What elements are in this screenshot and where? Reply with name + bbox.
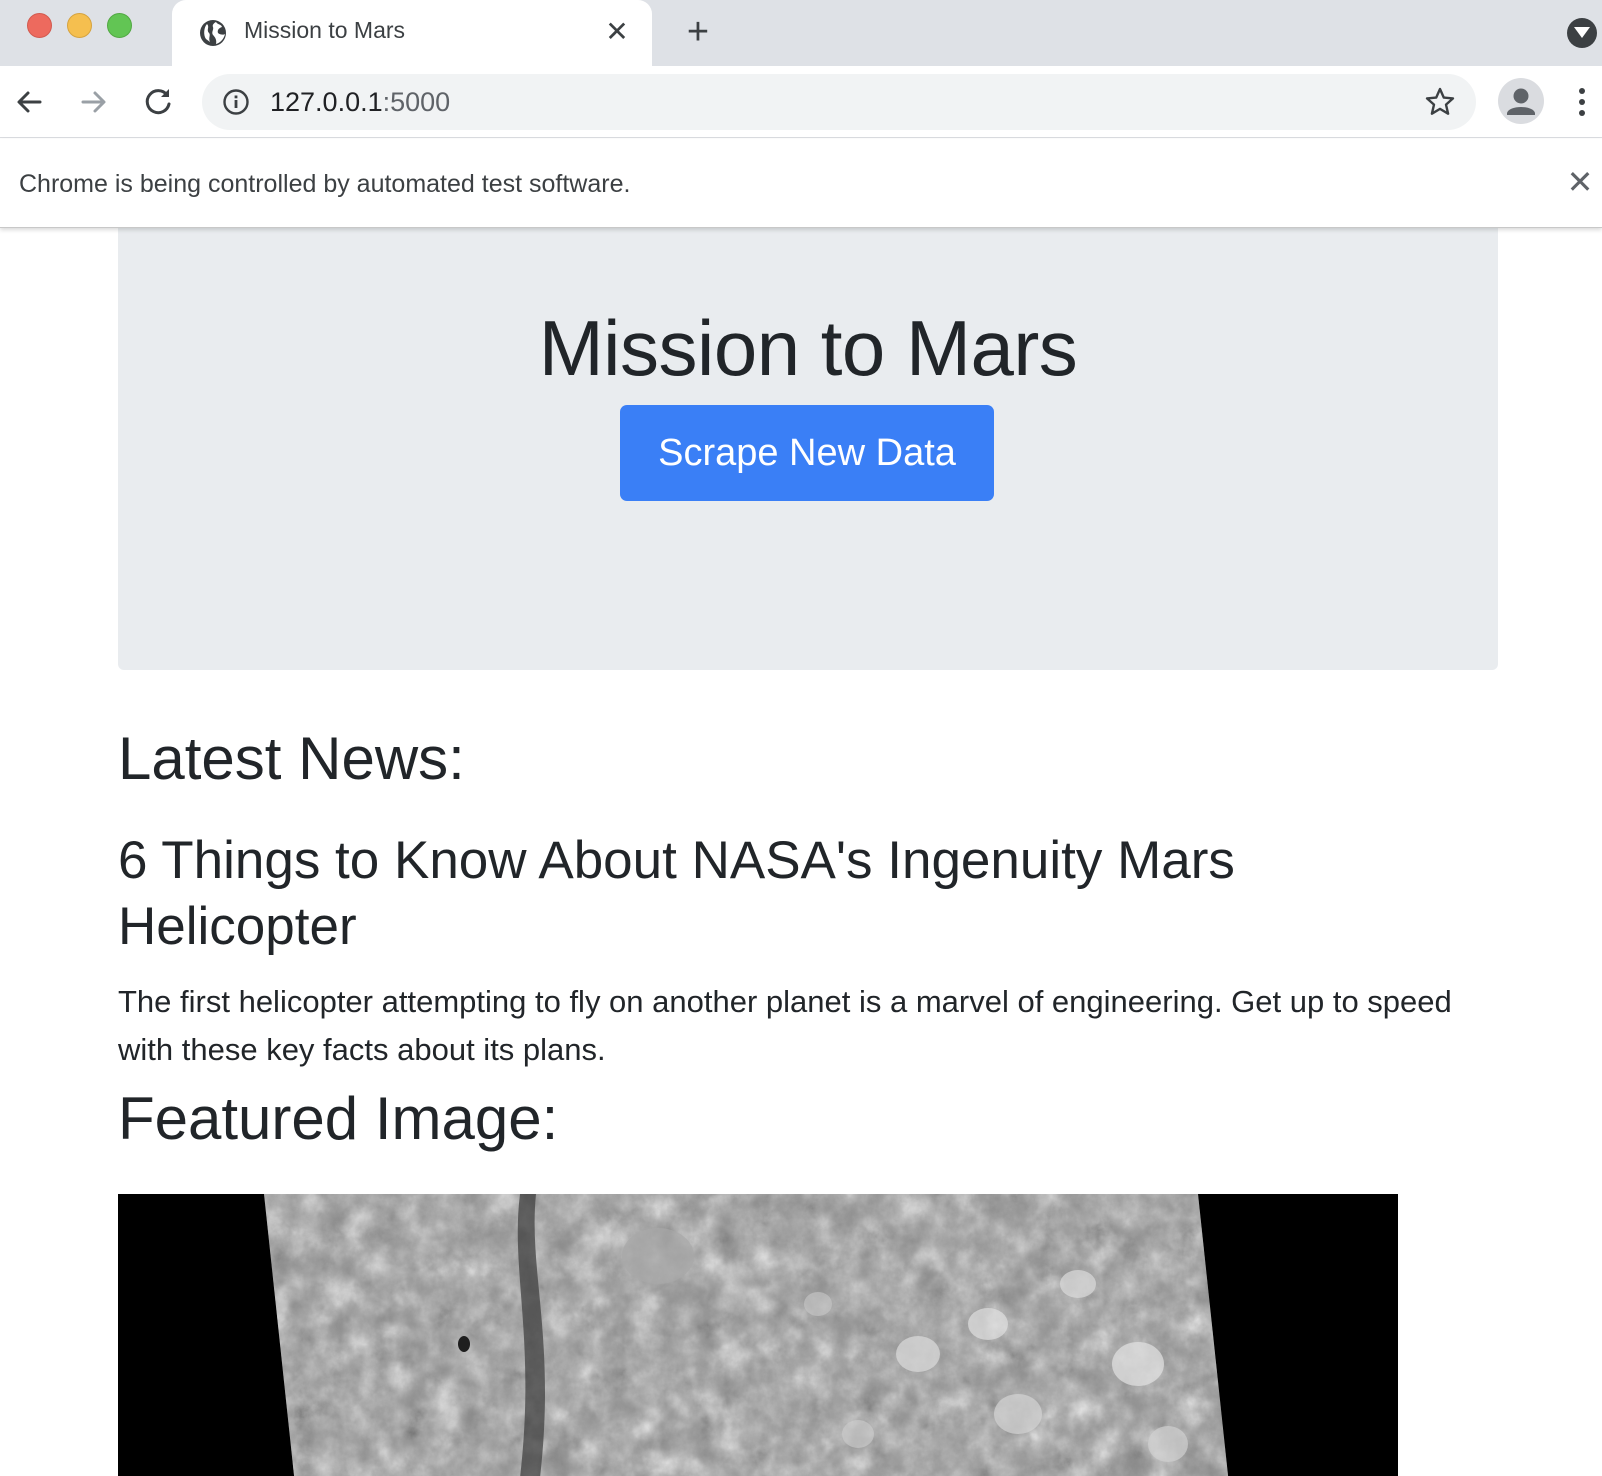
browser-tab-strip: Mission to Mars ✕ + [0,0,1602,66]
info-icon[interactable] [222,88,250,116]
window-minimize-button[interactable] [67,13,92,38]
jumbotron: Mission to Mars Scrape New Data [118,228,1498,670]
tab-title: Mission to Mars [244,17,406,43]
arrow-left-icon[interactable] [10,82,50,122]
url-port: :5000 [382,87,451,117]
featured-image [118,1194,1398,1476]
latest-news-heading: Latest News: [118,725,465,792]
globe-icon [198,18,228,48]
page-content: Mission to Mars Scrape New Data Latest N… [0,228,1602,1476]
browser-tab[interactable]: Mission to Mars ✕ [172,0,652,66]
automation-infobar: Chrome is being controlled by automated … [0,139,1602,228]
address-bar[interactable]: 127.0.0.1:5000 [202,74,1476,130]
close-icon[interactable]: ✕ [602,17,632,47]
scrape-new-data-button[interactable]: Scrape New Data [620,405,994,501]
reload-icon[interactable] [138,82,178,122]
window-close-button[interactable] [27,13,52,38]
browser-toolbar: 127.0.0.1:5000 [0,66,1602,138]
kebab-menu-icon[interactable] [1570,82,1594,122]
url-host: 127.0.0.1 [270,87,383,117]
news-title: 6 Things to Know About NASA's Ingenuity … [118,831,1235,956]
avatar-icon[interactable] [1498,78,1544,124]
star-icon[interactable] [1424,86,1456,118]
arrow-right-icon[interactable] [73,82,113,122]
url-text[interactable]: 127.0.0.1:5000 [270,87,450,118]
chevron-down-icon[interactable] [1567,18,1597,48]
infobar-message: Chrome is being controlled by automated … [19,170,631,198]
page-title: Mission to Mars [538,304,1078,392]
close-icon[interactable]: ✕ [1565,166,1595,198]
featured-image-heading: Featured Image: [118,1085,559,1152]
news-paragraph: The first helicopter attempting to fly o… [118,984,1452,1067]
window-maximize-button[interactable] [107,13,132,38]
plus-icon[interactable]: + [680,13,716,51]
